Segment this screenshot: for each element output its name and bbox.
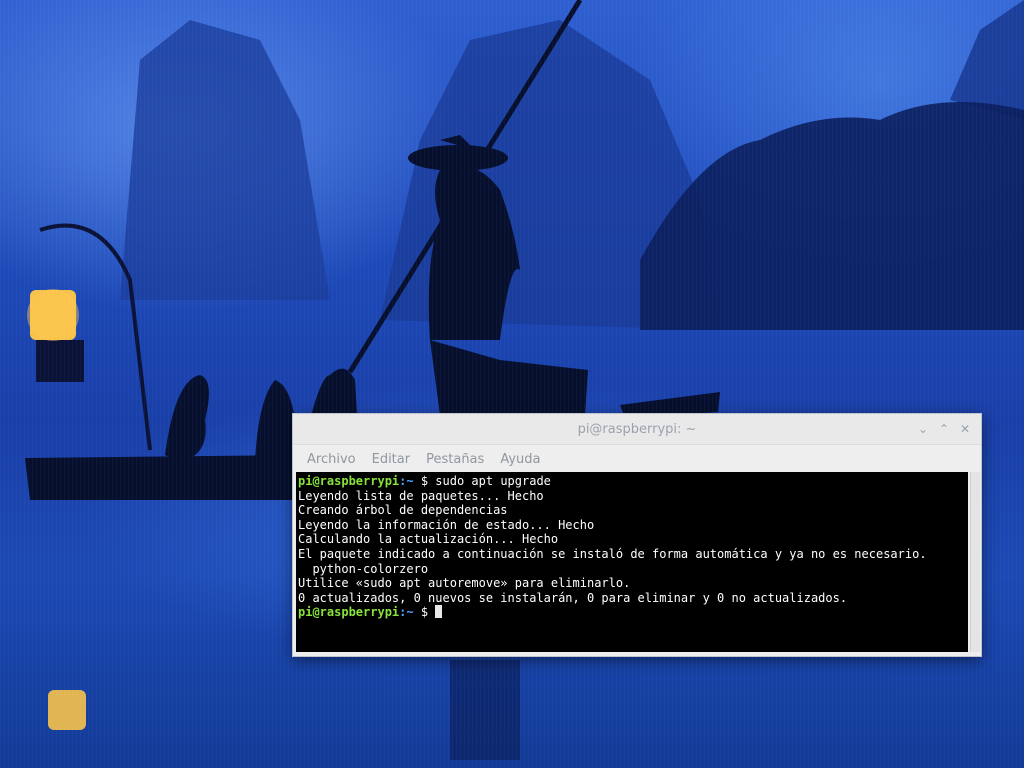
prompt-symbol: $ <box>413 474 436 488</box>
output-line: Leyendo la información de estado... Hech… <box>298 517 595 532</box>
prompt-path: :~ <box>399 474 414 488</box>
fisherman-silhouette <box>347 0 588 415</box>
output-line: El paquete indicado a continuación se in… <box>298 546 927 561</box>
output-line: python-colorzero <box>298 561 429 576</box>
command-line: pi@raspberrypi:~ $ sudo apt upgrade <box>298 474 968 489</box>
output-line: Utilice «sudo apt autoremove» para elimi… <box>298 576 631 591</box>
menu-editar[interactable]: Editar <box>364 452 419 467</box>
current-prompt-line[interactable]: pi@raspberrypi:~ $ <box>298 605 968 620</box>
output-line: Creando árbol de dependencias <box>298 503 508 518</box>
output-line: Calculando la actualización... Hecho <box>298 532 559 547</box>
minimize-icon[interactable]: ⌄ <box>915 421 931 437</box>
terminal-window: pi@raspberrypi: ~ ⌄ ⌃ ✕ Archivo Editar P… <box>292 413 982 657</box>
terminal-output[interactable]: pi@raspberrypi:~ $ sudo apt upgrade Leyen… <box>296 472 968 652</box>
window-title: pi@raspberrypi: ~ <box>577 421 697 437</box>
menu-bar: Archivo Editar Pestañas Ayuda <box>293 444 981 473</box>
prompt-user: pi@raspberrypi <box>298 474 400 488</box>
prompt-path: :~ <box>399 605 414 620</box>
menu-pestanas[interactable]: Pestañas <box>418 452 492 467</box>
output-line: 0 actualizados, 0 nuevos se instalarán, … <box>298 590 848 605</box>
close-icon[interactable]: ✕ <box>957 421 973 437</box>
command-text: sudo apt upgrade <box>435 474 551 488</box>
text-cursor <box>435 605 443 619</box>
output-line: Leyendo lista de paquetes... Hecho <box>298 488 544 503</box>
lantern <box>27 223 152 730</box>
terminal-scrollbar[interactable] <box>970 472 980 652</box>
window-titlebar[interactable]: pi@raspberrypi: ~ ⌄ ⌃ ✕ <box>293 414 981 444</box>
menu-archivo[interactable]: Archivo <box>299 452 364 467</box>
maximize-icon[interactable]: ⌃ <box>936 421 952 437</box>
prompt-symbol: $ <box>413 605 436 620</box>
prompt-user: pi@raspberrypi <box>298 605 400 620</box>
menu-ayuda[interactable]: Ayuda <box>492 452 548 467</box>
